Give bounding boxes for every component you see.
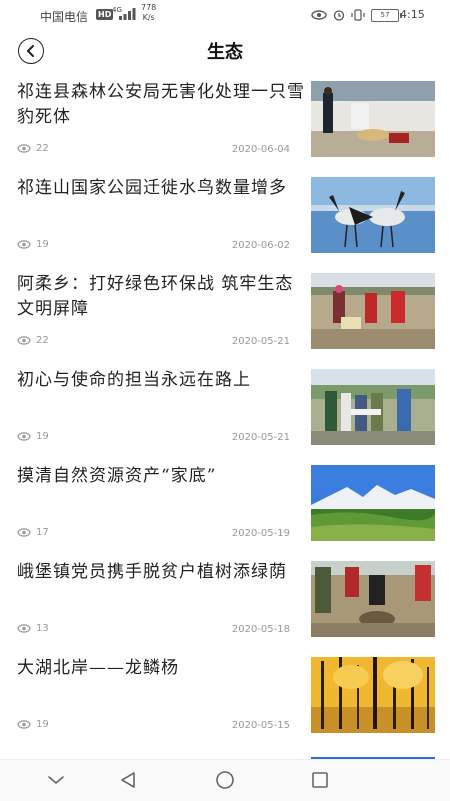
news-date: 2020-05-21	[231, 432, 290, 443]
news-item[interactable]: 大湖北岸——龙鳞杨 19 2020-05-15	[0, 648, 450, 744]
page-title: 生态	[207, 42, 243, 63]
eye-icon	[311, 10, 327, 20]
view-count-value: 13	[36, 623, 49, 634]
net-speed-value: 778	[141, 3, 157, 12]
view-count-value: 19	[36, 431, 49, 442]
news-date: 2020-05-19	[231, 528, 290, 539]
chevron-down-icon	[48, 776, 64, 784]
news-title: 祁连山国家公园迁徙水鸟数量增多	[17, 178, 287, 198]
snow-mountain-grassland-photo	[311, 465, 435, 541]
hide-nav-button[interactable]	[44, 768, 68, 792]
status-bar: 中国电信 HD 4G 778 K/s 57 4:15	[0, 0, 450, 30]
officers-handling-snow-leopard-photo	[311, 81, 435, 157]
view-count: 19	[17, 431, 49, 442]
news-item[interactable]: 峨堡镇党员携手脱贫户植树添绿荫 13 2020-05-18	[0, 552, 450, 648]
news-item[interactable]: 初心与使命的担当永远在路上 19 2020-05-21	[0, 360, 450, 456]
news-date: 2020-06-04	[231, 144, 290, 155]
news-item[interactable]: 祁连山国家公园迁徙水鸟数量增多 19 2020-06-02	[0, 168, 450, 264]
system-nav-bar	[0, 759, 450, 801]
battery-icon: 57	[371, 8, 402, 22]
view-count: 19	[17, 239, 49, 250]
tree-planting-photo	[311, 561, 435, 637]
news-title: 初心与使命的担当永远在路上	[17, 370, 251, 390]
news-date: 2020-05-18	[231, 624, 290, 635]
home-circle-icon	[216, 771, 234, 789]
alarm-icon	[333, 10, 345, 21]
news-title: 祁连县森林公安局无害化处理一只雪豹死体	[17, 82, 305, 127]
volunteers-cleaning-photo	[311, 273, 435, 349]
view-count: 19	[17, 719, 49, 730]
eye-icon	[17, 528, 31, 537]
black-necked-cranes-photo	[311, 177, 435, 253]
eye-icon	[17, 336, 31, 345]
news-date: 2020-05-21	[231, 336, 290, 347]
view-count: 17	[17, 527, 49, 538]
news-item[interactable]: 祁连县森林公安局无害化处理一只雪豹死体 22 2020-06-04	[0, 72, 450, 168]
nav-recent-button[interactable]	[308, 768, 332, 792]
news-title: 峨堡镇党员携手脱贫户植树添绿荫	[17, 562, 287, 582]
news-date: 2020-06-02	[231, 240, 290, 251]
news-title: 阿柔乡：打好绿色环保战 筑牢生态文明屏障	[17, 274, 294, 319]
status-icons: 57	[311, 8, 402, 22]
hd-badge: HD	[96, 9, 114, 20]
eye-icon	[17, 144, 31, 153]
view-count-value: 17	[36, 527, 49, 538]
carrier-label: 中国电信	[40, 10, 89, 24]
view-count-value: 19	[36, 239, 49, 250]
news-item[interactable]: 阿柔乡：打好绿色环保战 筑牢生态文明屏障 22 2020-05-21	[0, 264, 450, 360]
eye-icon	[17, 624, 31, 633]
field-inspection-photo	[311, 369, 435, 445]
vibrate-icon	[351, 9, 365, 21]
recent-square-icon	[312, 772, 328, 788]
view-count: 13	[17, 623, 49, 634]
view-count-value: 19	[36, 719, 49, 730]
view-count-value: 22	[36, 143, 49, 154]
view-count: 22	[17, 143, 49, 154]
net-speed: 778 K/s	[141, 3, 156, 23]
nav-back-button[interactable]	[116, 768, 140, 792]
app-header: 生态	[0, 30, 450, 72]
news-title: 摸清自然资源资产“家底”	[17, 466, 217, 486]
news-date: 2020-05-15	[231, 720, 290, 731]
back-triangle-icon	[121, 772, 135, 788]
nav-home-button[interactable]	[213, 768, 237, 792]
signal-icon	[119, 8, 136, 20]
eye-icon	[17, 720, 31, 729]
eye-icon	[17, 240, 31, 249]
net-speed-unit: K/s	[142, 13, 155, 22]
news-title: 大湖北岸——龙鳞杨	[17, 658, 179, 678]
eye-icon	[17, 432, 31, 441]
clock: 4:15	[400, 8, 425, 21]
view-count: 22	[17, 335, 49, 346]
view-count-value: 22	[36, 335, 49, 346]
news-item[interactable]: 摸清自然资源资产“家底” 17 2020-05-19	[0, 456, 450, 552]
golden-poplar-forest-photo	[311, 657, 435, 733]
